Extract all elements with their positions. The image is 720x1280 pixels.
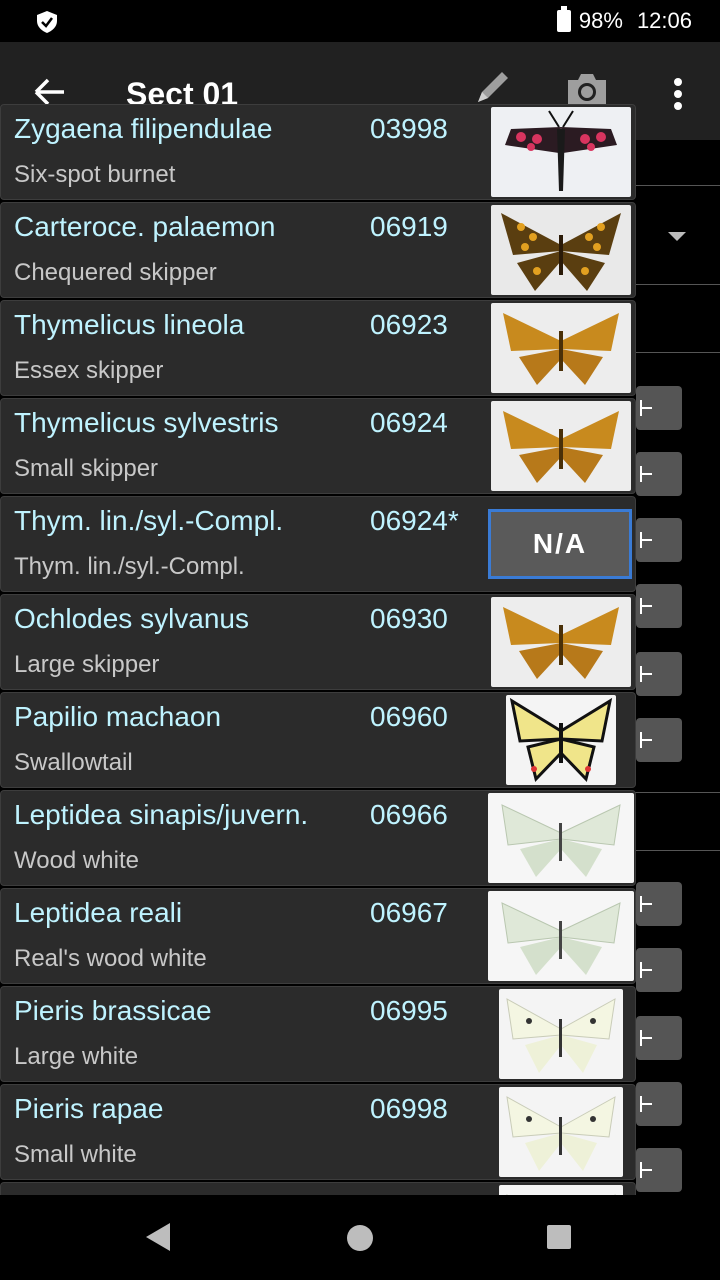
shield-icon: [37, 11, 57, 33]
no-image-label: N/A: [532, 528, 588, 559]
species-row[interactable]: Ochlodes sylvanus 06930 Large skipper: [0, 594, 636, 690]
butterfly-photo: [499, 1185, 623, 1195]
common-name: Essex skipper: [14, 357, 164, 384]
add-button[interactable]: [636, 652, 682, 696]
species-row[interactable]: Carteroce. palaemon 06919 Chequered skippe…: [0, 202, 636, 298]
scientific-name: Papilio machaon: [14, 701, 222, 732]
status-right: 98% 12:06: [556, 6, 692, 34]
scientific-name: Leptidea reali: [14, 897, 183, 928]
common-name: Chequered skipper: [14, 259, 217, 286]
species-row[interactable]: Pieris brassicae 06995 Large white: [0, 986, 636, 1082]
butterfly-photo: [506, 695, 616, 785]
clock: 12:06: [636, 8, 692, 33]
add-button[interactable]: [636, 452, 682, 496]
add-button[interactable]: [636, 882, 682, 926]
butterfly-photo: [491, 597, 631, 687]
common-name: Small white: [14, 1141, 137, 1168]
butterfly-photo: [488, 891, 634, 981]
species-row[interactable]: Leptidea reali 06967 Real's wood white: [0, 888, 636, 984]
species-code: 06919: [370, 211, 448, 242]
scientific-name: Thymelicus lineola: [14, 309, 245, 340]
add-button[interactable]: [636, 1016, 682, 1060]
dropdown-arrow-icon[interactable]: [668, 232, 686, 241]
common-name: Thym. lin./syl.-Compl.: [14, 553, 245, 580]
add-button[interactable]: [636, 518, 682, 562]
add-button[interactable]: [636, 386, 682, 430]
species-row[interactable]: Pieris napi07000: [0, 1182, 636, 1195]
scientific-name: Carteroce. palaemon: [14, 211, 276, 242]
species-code: 06960: [370, 701, 448, 732]
scientific-name: Pieris brassicae: [14, 995, 212, 1026]
common-name: Swallowtail: [14, 749, 133, 776]
divider: [630, 792, 720, 793]
scientific-name: Ochlodes sylvanus: [14, 603, 250, 634]
add-button[interactable]: [636, 718, 682, 762]
species-row[interactable]: Papilio machaon 06960 Swallowtail: [0, 692, 636, 788]
butterfly-photo: [491, 205, 631, 295]
species-code: 06998: [370, 1093, 448, 1124]
scientific-name: Thym. lin./syl.-Compl.: [14, 505, 284, 536]
butterfly-photo: [499, 1087, 623, 1177]
species-row[interactable]: Leptidea sinapis/juvern. 06966 Wood white: [0, 790, 636, 886]
common-name: Small skipper: [14, 455, 159, 482]
scientific-name: Zygaena filipendulae: [14, 113, 273, 144]
butterfly-photo: [491, 303, 631, 393]
navigation-bar: [0, 1195, 720, 1280]
no-image-placeholder: N/A: [488, 509, 632, 579]
nav-back-icon[interactable]: [146, 1223, 170, 1251]
species-code: 06930: [370, 603, 448, 634]
species-code: 06924*: [370, 505, 459, 536]
add-button[interactable]: [636, 1082, 682, 1126]
battery-icon: [556, 6, 571, 32]
species-code: 06924: [370, 407, 448, 438]
add-button[interactable]: [636, 1148, 682, 1192]
scientific-name: Leptidea sinapis/juvern.: [14, 799, 309, 830]
species-code: 06923: [370, 309, 448, 340]
common-name: Large white: [14, 1043, 139, 1070]
species-list-popup: Zygaena filipendulae 03998 Six-spot burnet…: [0, 104, 636, 1195]
species-code: 03998: [370, 113, 448, 144]
butterfly-photo: [491, 401, 631, 491]
species-code: 06967: [370, 897, 448, 928]
divider: [630, 185, 720, 186]
species-row[interactable]: Thymelicus sylvestris 06924 Small skipper: [0, 398, 636, 494]
common-name: Wood white: [14, 847, 139, 874]
species-row[interactable]: Thymelicus lineola 06923 Essex skipper: [0, 300, 636, 396]
divider: [630, 284, 720, 285]
battery-percent: 98%: [578, 8, 623, 33]
butterfly-photo: [488, 793, 634, 883]
common-name: Large skipper: [14, 651, 160, 678]
scientific-name: Thymelicus sylvestris: [14, 407, 279, 438]
butterfly-photo: [499, 989, 623, 1079]
status-bar: 98% 12:06: [0, 0, 720, 42]
species-code: 06966: [370, 799, 448, 830]
more-options-icon[interactable]: [664, 74, 692, 114]
divider: [630, 850, 720, 851]
species-row[interactable]: Pieris rapae 06998 Small white: [0, 1084, 636, 1180]
scientific-name: Pieris rapae: [14, 1093, 164, 1124]
add-button[interactable]: [636, 948, 682, 992]
divider: [630, 352, 720, 353]
common-name: Six-spot burnet: [14, 161, 176, 188]
common-name: Real's wood white: [14, 945, 207, 972]
add-button[interactable]: [636, 584, 682, 628]
species-code: 06995: [370, 995, 448, 1026]
nav-home-icon[interactable]: [347, 1225, 373, 1251]
species-row[interactable]: Thym. lin./syl.-Compl. 06924* Thym. lin./s…: [0, 496, 636, 592]
species-row[interactable]: Zygaena filipendulae 03998 Six-spot burnet: [0, 104, 636, 200]
butterfly-photo: [491, 107, 631, 197]
nav-recents-icon[interactable]: [547, 1225, 571, 1249]
